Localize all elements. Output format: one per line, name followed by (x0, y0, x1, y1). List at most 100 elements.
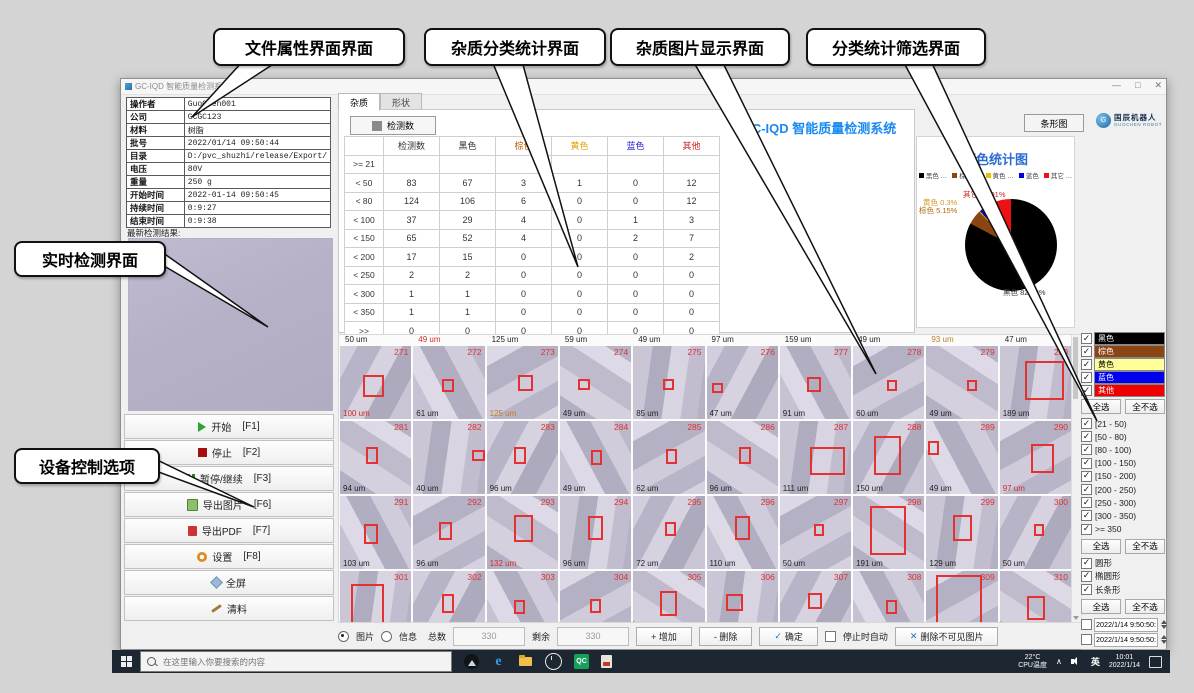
color-filter-bar[interactable]: 蓝色 (1094, 371, 1165, 384)
confirm-button[interactable]: ✓确定 (759, 627, 818, 646)
export-pdf-button[interactable]: 导出PDF[F7] (124, 518, 334, 543)
tab-impurity[interactable]: 杂质 (338, 93, 380, 111)
notification-center-icon[interactable] (1149, 656, 1162, 668)
stop-auto-checkbox[interactable] (825, 631, 836, 642)
sizes-select-none-button[interactable]: 全不选 (1125, 539, 1165, 554)
start-button-windows[interactable] (112, 650, 140, 673)
size-filter-checkbox[interactable] (1081, 471, 1092, 482)
image-tile[interactable]: 29097 um (1000, 421, 1071, 494)
image-tile[interactable]: 28449 um (560, 421, 631, 494)
image-tile[interactable]: 28240 um (413, 421, 484, 494)
datetime-spinner[interactable] (1161, 620, 1167, 629)
image-tile[interactable]: 29750 um (780, 496, 851, 569)
total-input[interactable] (453, 627, 525, 646)
speaker-icon[interactable] (1071, 657, 1082, 666)
delete-button[interactable]: - 删除 (699, 627, 753, 646)
datetime-filter-checkbox[interactable] (1081, 634, 1092, 645)
size-filter-checkbox[interactable] (1081, 484, 1092, 495)
size-filter-checkbox[interactable] (1081, 524, 1092, 535)
bar-chart-button[interactable]: 条形图 (1024, 114, 1084, 132)
settings-button[interactable]: 设置[F8] (124, 544, 334, 569)
image-tile[interactable]: 27860 um (853, 346, 924, 419)
size-filter-checkbox[interactable] (1081, 458, 1092, 469)
image-tile[interactable]: 27261 um (413, 346, 484, 419)
edge-browser-icon[interactable]: e (491, 654, 506, 669)
image-tile[interactable]: 29496 um (560, 496, 631, 569)
color-filter-bar[interactable]: 其他 (1094, 384, 1165, 397)
image-tile[interactable]: 303 (487, 571, 558, 623)
color-filter-checkbox[interactable] (1081, 372, 1092, 383)
datetime-spinner[interactable] (1161, 635, 1167, 644)
size-filter-checkbox[interactable] (1081, 418, 1092, 429)
clear-material-button[interactable]: 清料 (124, 596, 334, 621)
remain-input[interactable] (557, 627, 629, 646)
image-tile[interactable]: 306 (707, 571, 778, 623)
image-tile[interactable]: 27949 um (926, 346, 997, 419)
delete-invisible-button[interactable]: ✕删除不可见图片 (895, 627, 999, 646)
image-tile[interactable]: 287111 um (780, 421, 851, 494)
maximize-button[interactable]: □ (1135, 80, 1140, 91)
image-tile[interactable]: 293132 um (487, 496, 558, 569)
detect-count-toggle[interactable]: 检测数 (350, 116, 436, 135)
colors-select-none-button[interactable]: 全不选 (1125, 399, 1165, 414)
image-tile[interactable]: 273125 um (487, 346, 558, 419)
color-filter-checkbox[interactable] (1081, 385, 1092, 396)
color-filter-checkbox[interactable] (1081, 333, 1092, 344)
image-tile[interactable]: 27647 um (707, 346, 778, 419)
image-tile[interactable]: 301 (340, 571, 411, 623)
photos-app-icon[interactable] (464, 654, 479, 669)
scrollbar-thumb[interactable] (1073, 337, 1078, 399)
pdf-app-icon[interactable] (601, 655, 612, 668)
sizes-select-all-button[interactable]: 全选 (1081, 539, 1121, 554)
shape-filter-checkbox[interactable] (1081, 558, 1092, 569)
image-tile[interactable]: 299129 um (926, 496, 997, 569)
search-input[interactable] (161, 656, 445, 668)
color-filter-bar[interactable]: 黄色 (1094, 358, 1165, 371)
image-tile[interactable]: 28949 um (926, 421, 997, 494)
shape-filter-checkbox[interactable] (1081, 584, 1092, 595)
shapes-select-all-button[interactable]: 全选 (1081, 599, 1121, 614)
taskbar-search[interactable] (140, 651, 452, 672)
image-tile[interactable]: 307 (780, 571, 851, 623)
start-button[interactable]: 开始[F1] (124, 414, 334, 439)
datetime-filter-checkbox[interactable] (1081, 619, 1092, 630)
colors-select-all-button[interactable]: 全选 (1081, 399, 1121, 414)
close-button[interactable]: ✕ (1154, 80, 1162, 91)
file-explorer-icon[interactable] (518, 654, 533, 669)
clock-datetime[interactable]: 10:012022/1/14 (1109, 654, 1140, 670)
fullscreen-button[interactable]: 全屏 (124, 570, 334, 595)
shape-filter-checkbox[interactable] (1081, 571, 1092, 582)
image-tile[interactable]: 28194 um (340, 421, 411, 494)
color-filter-checkbox[interactable] (1081, 346, 1092, 357)
image-tile[interactable]: 27585 um (633, 346, 704, 419)
image-tile[interactable]: 298191 um (853, 496, 924, 569)
image-tile[interactable]: 28396 um (487, 421, 558, 494)
image-tile[interactable]: 302 (413, 571, 484, 623)
size-filter-checkbox[interactable] (1081, 444, 1092, 455)
image-tile[interactable]: 28562 um (633, 421, 704, 494)
image-tile[interactable]: 271100 um (340, 346, 411, 419)
add-button[interactable]: + 增加 (636, 627, 692, 646)
color-filter-checkbox[interactable] (1081, 359, 1092, 370)
scrollbar-down-arrow[interactable] (1073, 616, 1079, 620)
image-tile[interactable]: 291103 um (340, 496, 411, 569)
color-filter-bar[interactable]: 黑色 (1094, 332, 1165, 345)
clock-app-icon[interactable] (545, 653, 562, 670)
size-filter-checkbox[interactable] (1081, 431, 1092, 442)
export-image-button[interactable]: 导出图片[F6] (124, 492, 334, 517)
image-tile[interactable]: 29296 um (413, 496, 484, 569)
image-tile[interactable]: 288150 um (853, 421, 924, 494)
size-filter-checkbox[interactable] (1081, 497, 1092, 508)
radio-info[interactable] (381, 631, 392, 642)
image-tile[interactable]: 29572 um (633, 496, 704, 569)
image-tile[interactable]: 30050 um (1000, 496, 1071, 569)
shapes-select-none-button[interactable]: 全不选 (1125, 599, 1165, 614)
image-tile[interactable]: 280189 um (1000, 346, 1071, 419)
image-tile[interactable]: 310 (1000, 571, 1071, 623)
qc-app-icon[interactable]: QC (574, 654, 589, 669)
image-tile[interactable]: 296110 um (707, 496, 778, 569)
image-tile[interactable]: 308 (853, 571, 924, 623)
radio-image[interactable] (338, 631, 349, 642)
image-tile[interactable]: 309 (926, 571, 997, 623)
image-tile[interactable]: 304 (560, 571, 631, 623)
